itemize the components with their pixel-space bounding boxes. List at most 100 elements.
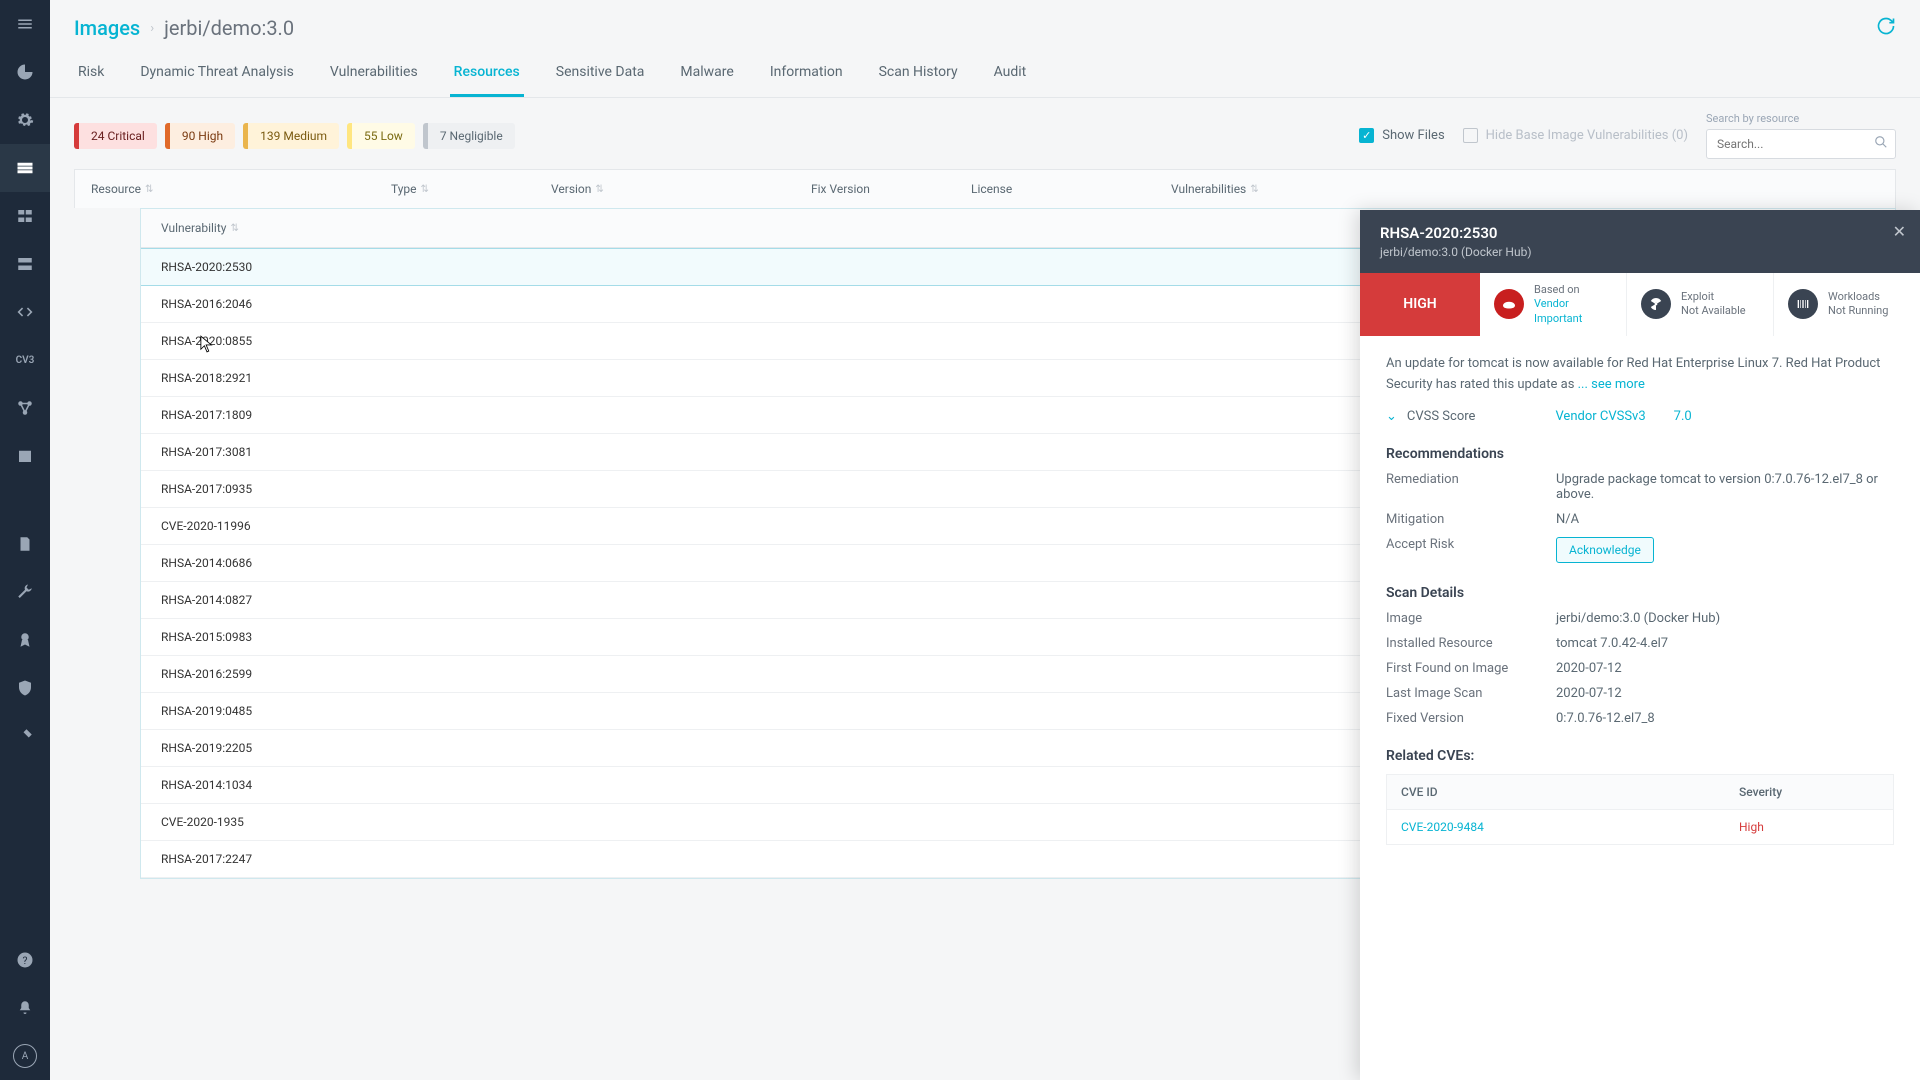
- tab-malware[interactable]: Malware: [676, 50, 737, 97]
- sort-icon: ⇅: [1250, 184, 1258, 195]
- exploit-status: ExploitNot Available: [1627, 273, 1774, 336]
- tab-scan-history[interactable]: Scan History: [875, 50, 962, 97]
- report-icon[interactable]: [0, 520, 50, 568]
- refresh-icon[interactable]: [1876, 16, 1896, 40]
- workloads-status: WorkloadsNot Running: [1774, 273, 1920, 336]
- vuln-id: RHSA-2016:2046: [161, 297, 1515, 311]
- radiation-icon: [1641, 289, 1671, 319]
- checkbox-on-icon: ✓: [1359, 128, 1374, 143]
- vuln-id: RHSA-2017:1809: [161, 408, 1515, 422]
- scan-details-section: Scan Details Imagejerbi/demo:3.0 (Docker…: [1386, 585, 1894, 726]
- sort-icon: ⇅: [230, 223, 238, 234]
- col-type[interactable]: Type⇅: [391, 182, 551, 196]
- cvss-row: ⌄ CVSS Score Vendor CVSSv3 7.0: [1386, 409, 1894, 424]
- description-text: An update for tomcat is now available fo…: [1386, 354, 1894, 396]
- resource-table-header: Resource⇅ Type⇅ Version⇅ Fix Version Lic…: [74, 169, 1896, 208]
- vuln-id: RHSA-2017:2247: [161, 852, 1515, 866]
- cve-col-id: CVE ID: [1401, 785, 1739, 799]
- images-icon[interactable]: [0, 144, 50, 192]
- vuln-id: RHSA-2016:2599: [161, 667, 1515, 681]
- panel-status-bar: HIGH Based onVendor Important ExploitNot…: [1360, 273, 1920, 336]
- show-files-toggle[interactable]: ✓ Show Files: [1359, 128, 1444, 143]
- tab-resources[interactable]: Resources: [450, 50, 524, 97]
- vuln-id: RHSA-2020:0855: [161, 334, 1515, 348]
- vuln-id: RHSA-2020:2530: [161, 260, 1515, 274]
- pill-medium[interactable]: 139 Medium: [243, 123, 339, 149]
- cvss-score: 7.0: [1674, 409, 1692, 424]
- acknowledge-button[interactable]: Acknowledge: [1556, 537, 1654, 563]
- based-on-status: Based onVendor Important: [1480, 273, 1627, 336]
- pill-low[interactable]: 55 Low: [347, 123, 415, 149]
- network-icon[interactable]: [0, 384, 50, 432]
- related-cves-table: CVE ID Severity CVE-2020-9484 High: [1386, 774, 1894, 845]
- pill-critical[interactable]: 24 Critical: [74, 123, 157, 149]
- calendar-icon[interactable]: [0, 432, 50, 480]
- chevron-down-icon[interactable]: ⌄: [1386, 409, 1397, 424]
- col-version[interactable]: Version⇅: [551, 182, 811, 196]
- col-vulnerability[interactable]: Vulnerability⇅: [161, 221, 1515, 235]
- hide-base-toggle[interactable]: Hide Base Image Vulnerabilities (0): [1463, 128, 1688, 143]
- ribbon-icon[interactable]: [0, 616, 50, 664]
- panel-title: RHSA-2020:2530: [1380, 224, 1900, 242]
- bell-icon[interactable]: [0, 984, 50, 1032]
- vuln-id: RHSA-2017:0935: [161, 482, 1515, 496]
- user-avatar[interactable]: A: [0, 1032, 50, 1080]
- wrench-icon[interactable]: [0, 568, 50, 616]
- gear-icon[interactable]: [0, 96, 50, 144]
- sort-icon: ⇅: [595, 184, 603, 195]
- breadcrumb: Images › jerbi/demo:3.0: [50, 0, 1920, 50]
- tab-sensitive-data[interactable]: Sensitive Data: [552, 50, 649, 97]
- help-icon[interactable]: ?: [0, 936, 50, 984]
- vuln-id: RHSA-2019:2205: [161, 741, 1515, 755]
- chevron-right-icon: ›: [150, 21, 154, 36]
- related-cves-section: Related CVEs: CVE ID Severity CVE-2020-9…: [1386, 748, 1894, 845]
- vuln-id: RHSA-2015:0983: [161, 630, 1515, 644]
- tab-audit[interactable]: Audit: [990, 50, 1031, 97]
- tab-bar: Risk Dynamic Threat Analysis Vulnerabili…: [50, 50, 1920, 98]
- vuln-id: CVE-2020-11996: [161, 519, 1515, 533]
- vuln-id: CVE-2020-1935: [161, 815, 1515, 829]
- checkbox-off-icon: [1463, 128, 1478, 143]
- col-license: License: [971, 182, 1171, 196]
- panel-body: An update for tomcat is now available fo…: [1360, 336, 1920, 1080]
- sort-icon: ⇅: [145, 184, 153, 195]
- vuln-id: RHSA-2014:0827: [161, 593, 1515, 607]
- search-wrap: Search by resource: [1706, 112, 1896, 159]
- vuln-id: RHSA-2017:3081: [161, 445, 1515, 459]
- cv3-icon[interactable]: CV3: [0, 336, 50, 384]
- search-input[interactable]: [1706, 129, 1896, 159]
- shield-icon[interactable]: [0, 664, 50, 712]
- dashboard-icon[interactable]: [0, 48, 50, 96]
- left-nav: CV3 ? A: [0, 0, 50, 1080]
- barcode-icon: [1788, 289, 1818, 319]
- code-icon[interactable]: [0, 288, 50, 336]
- see-more-link[interactable]: ... see more: [1578, 377, 1645, 392]
- vuln-id: RHSA-2019:0485: [161, 704, 1515, 718]
- col-resource[interactable]: Resource⇅: [91, 182, 391, 196]
- breadcrumb-root[interactable]: Images: [74, 16, 140, 40]
- tools-icon[interactable]: [0, 712, 50, 760]
- cve-col-sev: Severity: [1739, 785, 1879, 799]
- cvss-vendor-link[interactable]: Vendor CVSSv3: [1555, 409, 1645, 424]
- image-link[interactable]: jerbi/demo:3.0 (Docker Hub): [1556, 611, 1894, 626]
- search-label: Search by resource: [1706, 112, 1896, 125]
- pill-negligible[interactable]: 7 Negligible: [423, 123, 515, 149]
- severity-pill-row: 24 Critical 90 High 139 Medium 55 Low 7 …: [50, 98, 1920, 169]
- col-vulnerabilities[interactable]: Vulnerabilities⇅: [1171, 182, 1879, 196]
- tab-dta[interactable]: Dynamic Threat Analysis: [136, 50, 298, 97]
- tab-information[interactable]: Information: [766, 50, 847, 97]
- search-icon: [1874, 135, 1888, 153]
- close-icon[interactable]: ✕: [1893, 222, 1906, 241]
- pill-high[interactable]: 90 High: [165, 123, 235, 149]
- tab-risk[interactable]: Risk: [74, 50, 108, 97]
- vuln-id: RHSA-2014:0686: [161, 556, 1515, 570]
- vuln-id: RHSA-2014:1034: [161, 778, 1515, 792]
- workloads-icon[interactable]: [0, 192, 50, 240]
- col-fix-version: Fix Version: [811, 182, 971, 196]
- servers-icon[interactable]: [0, 240, 50, 288]
- tab-vulnerabilities[interactable]: Vulnerabilities: [326, 50, 422, 97]
- related-cve-link[interactable]: CVE-2020-9484: [1401, 820, 1739, 834]
- menu-icon[interactable]: [0, 0, 50, 48]
- panel-header: RHSA-2020:2530 jerbi/demo:3.0 (Docker Hu…: [1360, 210, 1920, 273]
- svg-text:?: ?: [23, 954, 28, 967]
